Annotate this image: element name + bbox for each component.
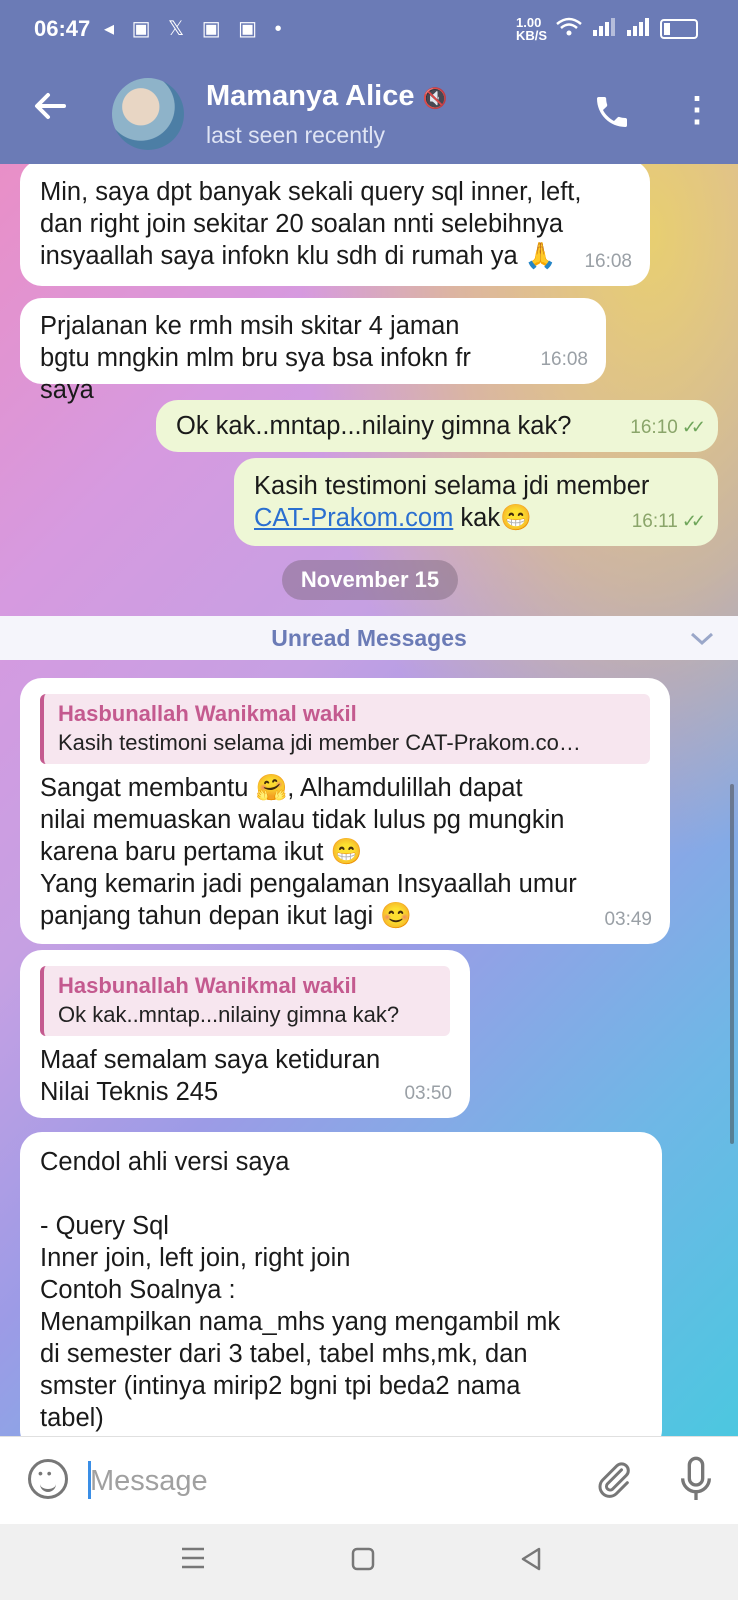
message-bubble[interactable]: Hasbunallah Wanikmal wakil Kasih testimo… <box>20 678 670 944</box>
reply-author: Hasbunallah Wanikmal wakil <box>58 973 357 998</box>
read-ticks-icon: ✓✓ <box>681 417 706 437</box>
message-line: Maaf semalam saya ketiduran <box>40 1046 381 1074</box>
last-seen-status: last seen recently <box>206 122 385 148</box>
scrollbar[interactable] <box>730 784 734 1144</box>
message-bubble[interactable]: Hasbunallah Wanikmal wakil Ok kak..mntap… <box>20 950 470 1118</box>
message-line: Nilai Teknis 245 <box>40 1078 219 1106</box>
message-text-part: Kasih testimoni selama jdi member <box>254 472 650 500</box>
message-text: Min, saya dpt banyak sekali query sql in… <box>40 178 582 270</box>
message-input[interactable] <box>88 1455 562 1507</box>
chat-header: Mamanya Alice 🔇 last seen recently ⋮ <box>0 58 738 164</box>
more-options-icon[interactable]: ⋮ <box>680 90 714 134</box>
message-line: panjang tahun depan ikut lagi 😊 <box>40 902 413 930</box>
status-bar: 06:47 ◂ ▣ 𝕏 ▣ ▣ • 1.00 KB/S <box>0 0 738 58</box>
unread-label: Unread Messages <box>271 625 467 651</box>
back-icon[interactable] <box>514 1546 548 1576</box>
message-text: Prjalanan ke rmh msih skitar 4 jaman bgt… <box>40 312 471 404</box>
message-time-text: 16:11 <box>631 511 678 532</box>
reply-quote[interactable]: Hasbunallah Wanikmal wakil Kasih testimo… <box>40 694 650 764</box>
message-line: karena baru pertama ikut 😁 <box>40 838 363 866</box>
status-time: 06:47 <box>34 16 91 41</box>
signal-icon-2 <box>626 17 650 41</box>
status-right: 1.00 KB/S <box>516 16 698 42</box>
message-bubble[interactable]: Cendol ahli versi saya - Query Sql Inner… <box>20 1132 662 1436</box>
message-time: 16:08 <box>584 251 632 272</box>
message-line: Menampilkan nama_mhs yang mengambil mk <box>40 1308 561 1336</box>
microphone-icon[interactable] <box>676 1455 716 1505</box>
chat-title[interactable]: Mamanya Alice 🔇 <box>206 80 447 113</box>
message-line: Sangat membantu 🤗, Alhamdulillah dapat <box>40 774 523 802</box>
message-line: Cendol ahli versi saya <box>40 1148 290 1176</box>
chat-name: Mamanya Alice <box>206 80 415 112</box>
message-composer <box>0 1436 738 1525</box>
message-line: Contoh Soalnya : <box>40 1276 236 1304</box>
home-icon[interactable] <box>346 1546 380 1576</box>
text-caret <box>88 1461 91 1499</box>
reply-text: Kasih testimoni selama jdi member CAT-Pr… <box>58 730 581 755</box>
reply-quote[interactable]: Hasbunallah Wanikmal wakil Ok kak..mntap… <box>40 966 450 1036</box>
reply-text: Ok kak..mntap...nilainy gimna kak? <box>58 1002 400 1027</box>
unread-messages-bar: Unread Messages <box>0 616 738 660</box>
message-bubble-outgoing[interactable]: Kasih testimoni selama jdi member CAT-Pr… <box>234 458 718 546</box>
message-line: Inner join, left join, right join <box>40 1244 351 1272</box>
message-time-text: 16:10 <box>630 417 678 438</box>
net-speed: 1.00 KB/S <box>516 15 548 43</box>
message-time: 16:10 ✓✓ <box>630 411 706 444</box>
message-bubble[interactable]: Min, saya dpt banyak sekali query sql in… <box>20 164 650 286</box>
message-time: 03:50 <box>404 1083 452 1104</box>
message-line <box>40 1178 642 1210</box>
attach-icon[interactable] <box>594 1457 634 1501</box>
message-time: 16:08 <box>540 349 588 370</box>
system-nav-bar <box>0 1524 738 1600</box>
message-line: - Query Sql <box>40 1212 169 1240</box>
notification-icons: ◂ ▣ 𝕏 ▣ ▣ • <box>104 18 288 40</box>
chevron-down-icon[interactable] <box>690 616 714 660</box>
battery-icon <box>660 19 698 39</box>
read-ticks-icon: ✓✓ <box>681 511 706 531</box>
mute-icon: 🔇 <box>422 88 448 110</box>
message-text: Ok kak..mntap...nilainy gimna kak? <box>176 412 572 440</box>
phone-icon[interactable] <box>592 92 632 132</box>
message-text-part: kak😁 <box>453 504 532 532</box>
message-bubble-outgoing[interactable]: Ok kak..mntap...nilainy gimna kak? 16:10… <box>156 400 718 452</box>
wifi-icon <box>556 17 582 42</box>
message-line: Yang kemarin jadi pengalaman Insyaallah … <box>40 870 577 898</box>
message-link[interactable]: CAT-Prakom.com <box>254 504 453 532</box>
date-divider: November 15 <box>282 560 458 600</box>
message-line: tabel) <box>40 1404 104 1432</box>
back-arrow-icon[interactable] <box>28 86 72 130</box>
avatar[interactable] <box>112 78 184 150</box>
message-line: di semester dari 3 tabel, tabel mhs,mk, … <box>40 1340 528 1368</box>
signal-icon <box>592 17 616 41</box>
message-time: 03:49 <box>604 909 652 930</box>
chat-area[interactable]: Min, saya dpt banyak sekali query sql in… <box>0 164 738 1436</box>
message-time: 16:11 ✓✓ <box>631 505 706 538</box>
message-line: smster (intinya mirip2 bgni tpi beda2 na… <box>40 1372 521 1400</box>
message-line: nilai memuaskan walau tidak lulus pg mun… <box>40 806 565 834</box>
reply-author: Hasbunallah Wanikmal wakil <box>58 701 357 726</box>
message-bubble[interactable]: Prjalanan ke rmh msih skitar 4 jaman bgt… <box>20 298 606 404</box>
recent-apps-icon[interactable] <box>176 1546 210 1576</box>
emoji-icon[interactable] <box>28 1459 68 1499</box>
